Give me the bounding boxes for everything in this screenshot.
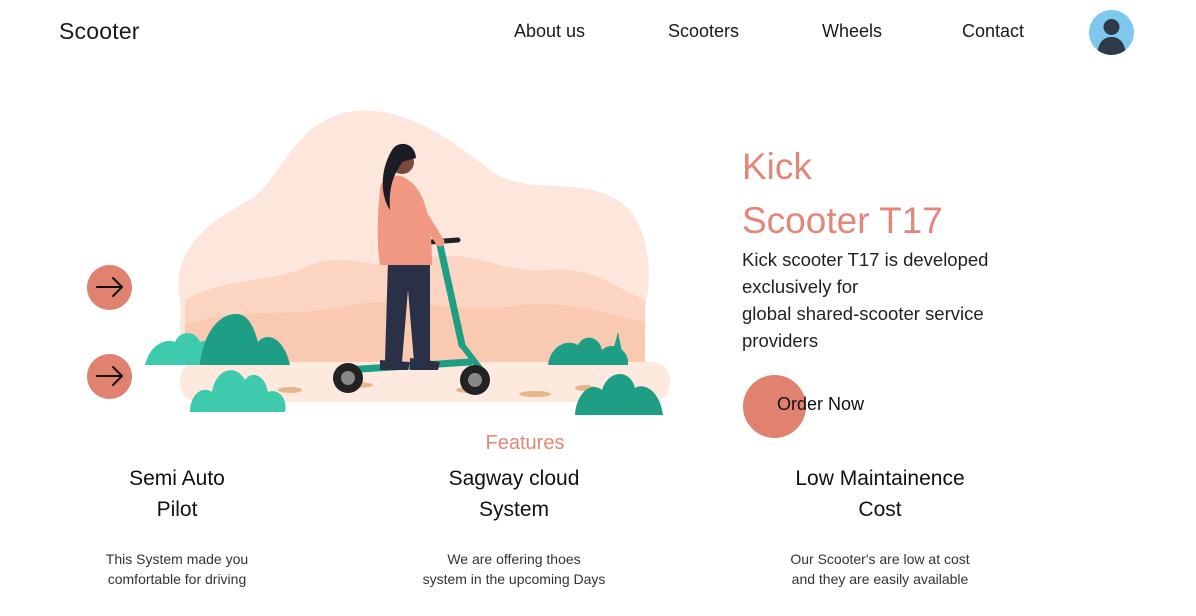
user-avatar[interactable] [1089, 10, 1134, 55]
hero-illustration [140, 100, 680, 430]
nav-about-us[interactable]: About us [514, 21, 585, 42]
arrow-right-icon [96, 277, 123, 297]
feature-card-semi-auto-pilot: Semi Auto Pilot This System made you com… [47, 463, 307, 589]
hero-description-line: exclusively for [742, 276, 859, 297]
feature-description-line: and they are easily available [791, 571, 969, 587]
feature-title-line: Sagway cloud [448, 467, 580, 490]
order-now-button[interactable]: Order Now [777, 394, 864, 415]
feature-description: We are offering thoes system in the upco… [384, 549, 644, 589]
hero-description-line: global shared-scooter service [742, 303, 984, 324]
brand-logo-text[interactable]: Scooter [59, 18, 140, 45]
hero-title-line-1: Kick [742, 146, 812, 187]
next-arrow-button-2[interactable] [87, 354, 132, 399]
features-heading: Features [485, 432, 565, 454]
user-silhouette-icon [1097, 19, 1126, 55]
feature-description-line: We are offering thoes [447, 551, 581, 567]
feature-card-low-maintainence: Low Maintainence Cost Our Scooter's are … [750, 463, 1010, 589]
feature-title-line: Cost [858, 498, 902, 521]
hero-title-line-2: Scooter T17 [742, 200, 943, 241]
nav-contact[interactable]: Contact [962, 21, 1024, 42]
arrow-right-icon [96, 366, 123, 386]
nav-wheels[interactable]: Wheels [822, 21, 882, 42]
feature-description-line: system in the upcoming Days [422, 571, 606, 587]
feature-title: Semi Auto Pilot [47, 463, 307, 525]
feature-title-line: Pilot [156, 498, 198, 521]
hero-description: Kick scooter T17 is developed exclusivel… [742, 246, 1032, 354]
hero-description-line: Kick scooter T17 is developed [742, 249, 989, 270]
feature-title: Sagway cloud System [384, 463, 644, 525]
feature-description: Our Scooter's are low at cost and they a… [750, 549, 1010, 589]
feature-description-line: This System made you [105, 551, 249, 567]
next-arrow-button[interactable] [87, 265, 132, 310]
feature-description-line: comfortable for driving [107, 571, 247, 587]
feature-title-line: Semi Auto [129, 467, 225, 490]
feature-description-line: Our Scooter's are low at cost [790, 551, 970, 567]
hero-title: Kick Scooter T17 [742, 140, 943, 248]
feature-card-sagway-cloud: Sagway cloud System We are offering thoe… [384, 463, 644, 589]
feature-description: This System made you comfortable for dri… [47, 549, 307, 589]
feature-title-line: Low Maintainence [795, 467, 965, 490]
hero-description-line: providers [742, 330, 819, 351]
feature-title: Low Maintainence Cost [750, 463, 1010, 525]
nav-scooters[interactable]: Scooters [668, 21, 739, 42]
feature-title-line: System [478, 498, 549, 521]
